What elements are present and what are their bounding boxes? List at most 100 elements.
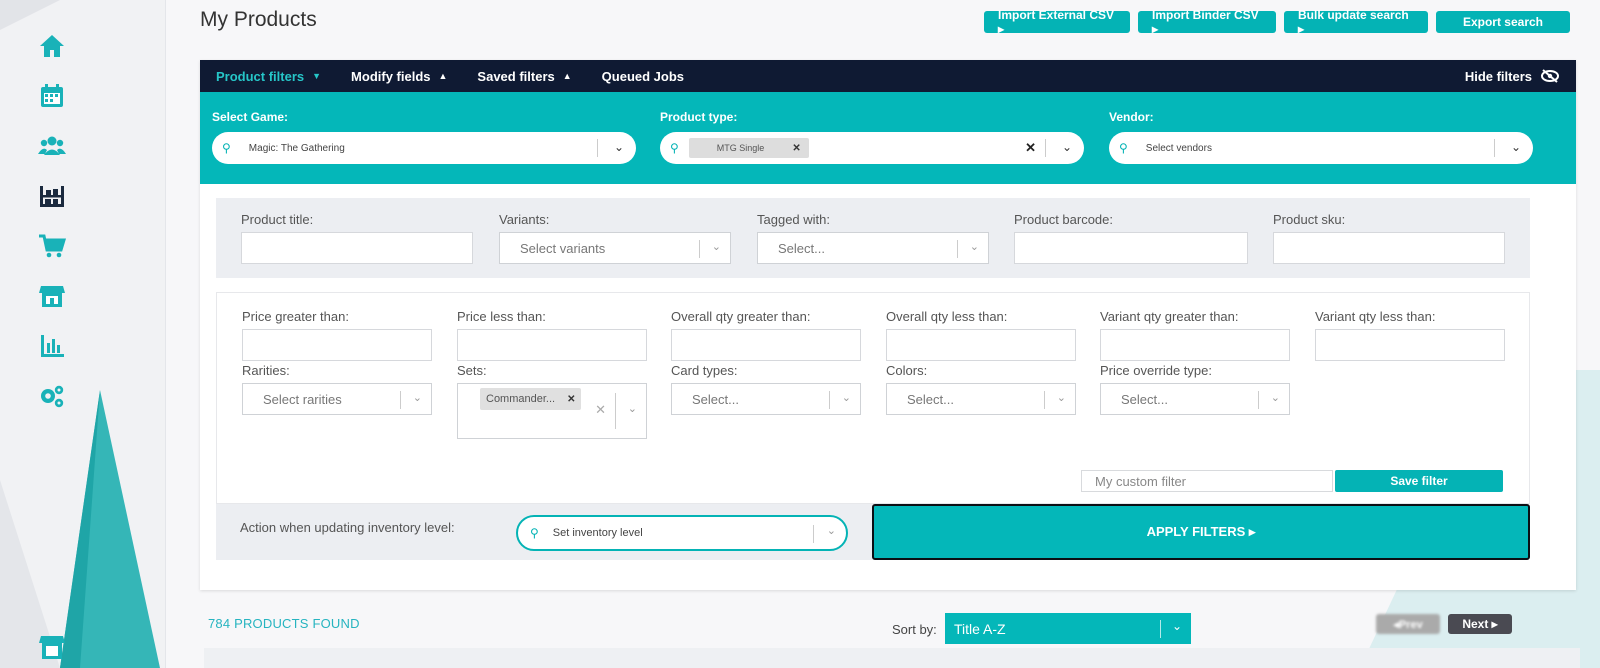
numeric-filters-section: Price greater than: Price less than: Ove… xyxy=(216,292,1530,504)
overall-qty-lt-label: Overall qty less than: xyxy=(886,309,1008,324)
import-external-csv-button[interactable]: Import External CSV ▸ xyxy=(984,8,1130,36)
bulk-update-search-button[interactable]: Bulk update search ▸ xyxy=(1284,8,1428,36)
sidebar-decoration xyxy=(0,0,160,668)
overall-qty-gt-input[interactable] xyxy=(671,329,861,361)
chevron-down-icon[interactable]: ⌄ xyxy=(827,524,836,537)
select-separator xyxy=(1045,139,1046,157)
reports-icon[interactable] xyxy=(34,328,70,364)
vendor-select[interactable]: ⚲ Select vendors ⌄ xyxy=(1109,132,1533,164)
sort-select[interactable]: Title A-Z ⌄ xyxy=(945,613,1191,644)
store-bottom-icon[interactable] xyxy=(34,628,70,664)
primary-filters-bar: Select Game: ⚲ Magic: The Gathering ⌄ Pr… xyxy=(200,92,1576,184)
price-gt-label: Price greater than: xyxy=(242,309,349,324)
search-icon: ⚲ xyxy=(530,526,539,540)
products-found-count: 784 PRODUCTS FOUND xyxy=(208,616,360,631)
tab-product-filters[interactable]: Product filters ▼ xyxy=(216,69,321,84)
tagged-with-select[interactable]: Select... ⌄ xyxy=(757,232,989,264)
product-sku-field: Product sku: xyxy=(1273,212,1505,264)
chevron-down-icon[interactable]: ⌄ xyxy=(1062,140,1072,154)
chevron-down-icon[interactable]: ⌄ xyxy=(712,240,721,253)
main-content: My Products Import External CSV ▸ Import… xyxy=(166,0,1600,668)
save-filter-button[interactable]: Save filter xyxy=(1335,470,1503,492)
variants-field: Variants: Select variants ⌄ xyxy=(499,212,731,264)
price-gt-field: Price greater than: xyxy=(242,309,432,361)
product-type-chip: MTG Single ✕ xyxy=(688,138,809,158)
chevron-down-icon[interactable]: ⌄ xyxy=(413,391,422,404)
chevron-down-icon[interactable]: ⌄ xyxy=(1271,391,1280,404)
clear-icon[interactable]: ✕ xyxy=(1025,140,1036,156)
import-binder-csv-button[interactable]: Import Binder CSV ▸ xyxy=(1138,8,1276,36)
chevron-down-icon[interactable]: ⌄ xyxy=(1172,619,1182,633)
tagged-with-field: Tagged with: Select... ⌄ xyxy=(757,212,989,264)
apply-filters-button[interactable]: APPLY FILTERS ▸ xyxy=(872,504,1530,560)
sort-by-label: Sort by: xyxy=(892,622,937,637)
product-barcode-label: Product barcode: xyxy=(1014,212,1114,227)
game-select[interactable]: ⚲ Magic: The Gathering ⌄ xyxy=(212,132,636,164)
calendar-icon[interactable] xyxy=(34,78,70,114)
product-sku-label: Product sku: xyxy=(1273,212,1346,227)
colors-field: Colors: Select... ⌄ xyxy=(886,363,1076,415)
hide-filters-button[interactable]: Hide filters xyxy=(1465,69,1560,84)
overall-qty-lt-field: Overall qty less than: xyxy=(886,309,1076,361)
settings-icon[interactable] xyxy=(34,378,70,414)
remove-chip-icon[interactable]: ✕ xyxy=(792,143,800,154)
product-title-field: Product title: xyxy=(241,212,473,264)
select-separator xyxy=(1494,139,1495,157)
chevron-down-icon[interactable]: ⌄ xyxy=(628,402,637,415)
filters-navbar: Product filters ▼ Modify fields ▲ Saved … xyxy=(200,60,1576,92)
product-type-chip-label: MTG Single xyxy=(716,143,765,153)
colors-select[interactable]: Select... ⌄ xyxy=(886,383,1076,415)
product-barcode-input[interactable] xyxy=(1014,232,1248,264)
overall-qty-lt-input[interactable] xyxy=(886,329,1076,361)
price-override-type-label: Price override type: xyxy=(1100,363,1212,378)
next-page-button[interactable]: Next ▸ xyxy=(1448,614,1512,634)
product-title-input[interactable] xyxy=(241,232,473,264)
tab-queued-jobs[interactable]: Queued Jobs xyxy=(602,69,684,84)
card-types-select[interactable]: Select... ⌄ xyxy=(671,383,861,415)
variant-qty-lt-input[interactable] xyxy=(1315,329,1505,361)
select-separator xyxy=(1258,391,1259,409)
chevron-down-icon[interactable]: ⌄ xyxy=(1057,391,1066,404)
store-icon[interactable] xyxy=(34,278,70,314)
custom-filter-input[interactable]: My custom filter xyxy=(1081,470,1333,492)
top-actions: Import External CSV ▸ Import Binder CSV … xyxy=(984,8,1570,36)
chevron-down-icon[interactable]: ⌄ xyxy=(614,140,624,154)
price-gt-input[interactable] xyxy=(242,329,432,361)
hide-filters-label: Hide filters xyxy=(1464,68,1532,84)
tab-saved-filters[interactable]: Saved filters ▲ xyxy=(477,69,571,84)
rarities-field: Rarities: Select rarities ⌄ xyxy=(242,363,432,415)
eye-slash-icon xyxy=(1541,69,1559,83)
sets-select[interactable]: Commander... ✕ ✕ ⌄ xyxy=(457,383,647,439)
inventory-icon[interactable] xyxy=(34,178,70,214)
users-icon[interactable] xyxy=(34,128,70,164)
chevron-down-icon[interactable]: ⌄ xyxy=(970,240,979,253)
cart-icon[interactable] xyxy=(34,228,70,264)
chevron-down-icon[interactable]: ⌄ xyxy=(1511,140,1521,154)
overall-qty-gt-label: Overall qty greater than: xyxy=(671,309,811,324)
card-types-field: Card types: Select... ⌄ xyxy=(671,363,861,415)
tab-modify-fields[interactable]: Modify fields ▲ xyxy=(351,69,447,84)
variants-select[interactable]: Select variants ⌄ xyxy=(499,232,731,264)
product-type-select[interactable]: ⚲ MTG Single ✕ ✕ ⌄ xyxy=(660,132,1084,164)
variant-qty-gt-input[interactable] xyxy=(1100,329,1290,361)
export-search-button[interactable]: Export search xyxy=(1436,11,1570,33)
clear-icon[interactable]: ✕ xyxy=(595,402,606,418)
price-override-type-select[interactable]: Select... ⌄ xyxy=(1100,383,1290,415)
product-sku-input[interactable] xyxy=(1273,232,1505,264)
vendor-select-placeholder: Select vendors xyxy=(1145,142,1212,154)
price-lt-input[interactable] xyxy=(457,329,647,361)
price-lt-field: Price less than: xyxy=(457,309,647,361)
chevron-down-icon[interactable]: ⌄ xyxy=(842,391,851,404)
search-icon: ⚲ xyxy=(1119,141,1128,155)
card-types-label: Card types: xyxy=(671,363,738,378)
inventory-action-select[interactable]: ⚲ Set inventory level ⌄ xyxy=(516,515,848,551)
variant-qty-gt-field: Variant qty greater than: xyxy=(1100,309,1290,361)
remove-chip-icon[interactable]: ✕ xyxy=(567,394,575,405)
prev-page-button[interactable]: ◂Prev xyxy=(1376,614,1440,634)
select-separator xyxy=(829,391,830,409)
product-fields-row: Product title: Variants: Select variants… xyxy=(216,198,1530,278)
product-barcode-field: Product barcode: xyxy=(1014,212,1248,264)
rarities-select[interactable]: Select rarities ⌄ xyxy=(242,383,432,415)
home-icon[interactable] xyxy=(34,28,70,64)
price-lt-label: Price less than: xyxy=(457,309,546,324)
